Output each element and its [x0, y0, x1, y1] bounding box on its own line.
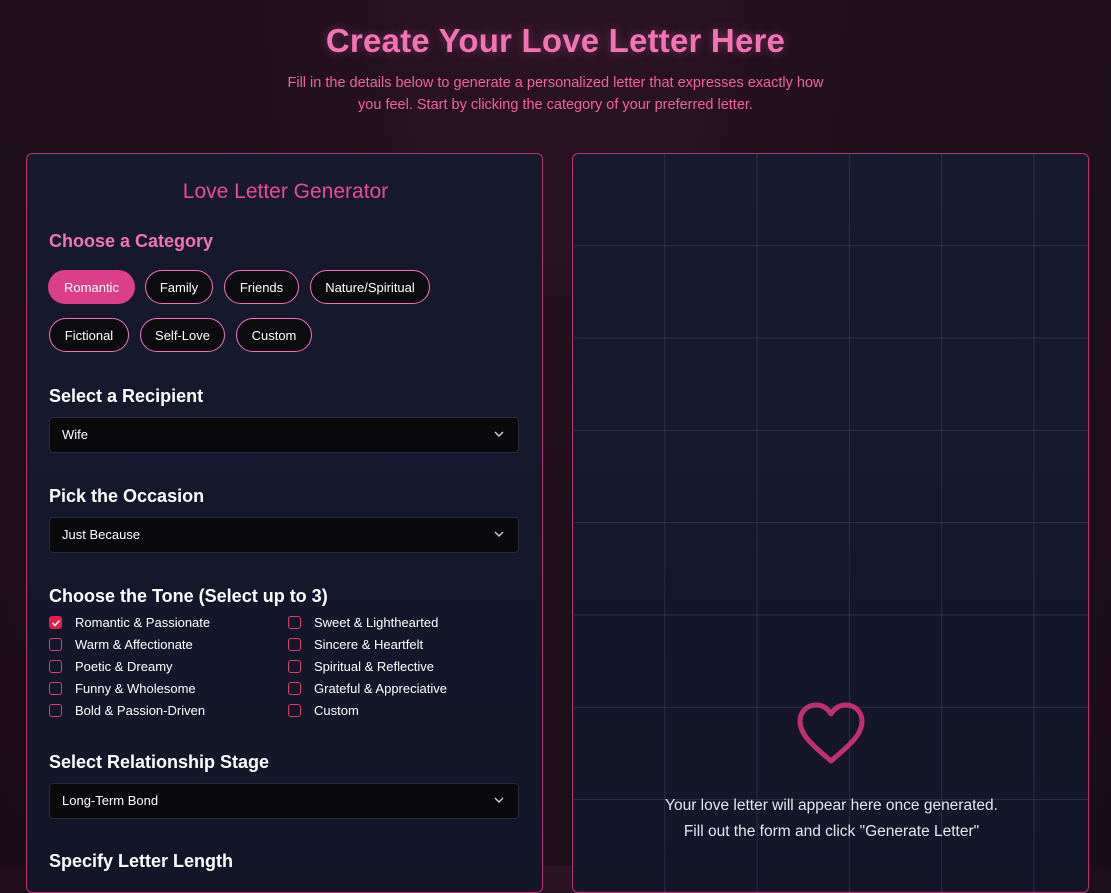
- tone-option-poetic-dreamy[interactable]: Poetic & Dreamy: [49, 658, 173, 676]
- chevron-down-icon: [494, 431, 504, 437]
- relationship-stage-select-value: Long-Term Bond: [62, 793, 159, 808]
- tone-option-sincere-heartfelt[interactable]: Sincere & Heartfelt: [288, 636, 423, 654]
- generator-title: Love Letter Generator: [182, 180, 389, 203]
- category-chip-friends[interactable]: Friends: [224, 270, 299, 304]
- checkbox[interactable]: [288, 704, 301, 717]
- checkbox[interactable]: [49, 638, 62, 651]
- tone-option-romantic-passionate[interactable]: Romantic & Passionate: [49, 614, 210, 632]
- tone-option-funny-wholesome[interactable]: Funny & Wholesome: [49, 680, 196, 698]
- tone-option-spiritual-reflective[interactable]: Spiritual & Reflective: [288, 658, 434, 676]
- occasion-label: Pick the Occasion: [49, 486, 205, 506]
- category-chip-romantic[interactable]: Romantic: [48, 270, 135, 304]
- checkbox[interactable]: [49, 704, 62, 717]
- occasion-select-value: Just Because: [62, 527, 141, 542]
- checkbox[interactable]: [288, 660, 301, 673]
- heart-icon: [797, 702, 865, 764]
- checkbox-checked[interactable]: [49, 616, 62, 629]
- tone-option-label: Poetic & Dreamy: [75, 659, 173, 674]
- category-chip-custom[interactable]: Custom: [236, 318, 312, 352]
- checkbox[interactable]: [288, 616, 301, 629]
- tone-option-bold-passion-driven[interactable]: Bold & Passion-Driven: [49, 702, 205, 720]
- letter-length-label: Specify Letter Length: [49, 851, 234, 871]
- tone-option-label: Sincere & Heartfelt: [314, 637, 424, 652]
- relationship-stage-label: Select Relationship Stage: [49, 752, 270, 772]
- tone-option-label: Spiritual & Reflective: [314, 659, 434, 674]
- category-label: Choose a Category: [49, 231, 214, 251]
- occasion-select[interactable]: Just Because: [49, 517, 519, 553]
- generator-form-panel: Love Letter Generator Choose a Category …: [26, 153, 543, 893]
- tone-option-custom[interactable]: Custom: [288, 702, 359, 720]
- recipient-label: Select a Recipient: [49, 386, 204, 406]
- checkbox[interactable]: [49, 682, 62, 695]
- checkbox[interactable]: [49, 660, 62, 673]
- tone-option-label: Sweet & Lighthearted: [314, 615, 439, 630]
- page-title: Create Your Love Letter Here: [325, 22, 786, 59]
- tone-option-label: Funny & Wholesome: [75, 681, 196, 696]
- page-subtitle: Fill in the details below to generate a …: [287, 75, 824, 113]
- category-chip-fictional[interactable]: Fictional: [49, 318, 129, 352]
- tone-option-label: Warm & Affectionate: [75, 637, 193, 652]
- category-chip-family[interactable]: Family: [145, 270, 213, 304]
- checkbox[interactable]: [288, 638, 301, 651]
- category-chip-nature-spiritual[interactable]: Nature/Spiritual: [310, 270, 430, 304]
- chevron-down-icon: [494, 531, 504, 537]
- tone-option-grateful-appreciative[interactable]: Grateful & Appreciative: [288, 680, 447, 698]
- category-chip-self-love[interactable]: Self-Love: [140, 318, 225, 352]
- grid-background: [573, 154, 1088, 892]
- tone-option-warm-affectionate[interactable]: Warm & Affectionate: [49, 636, 193, 654]
- tone-option-sweet-lighthearted[interactable]: Sweet & Lighthearted: [288, 614, 438, 632]
- checkbox[interactable]: [288, 682, 301, 695]
- preview-placeholder-line2: Fill out the form and click "Generate Le…: [683, 823, 980, 840]
- tone-option-label: Bold & Passion-Driven: [75, 703, 206, 718]
- recipient-select[interactable]: Wife: [49, 417, 519, 453]
- tone-option-label: Romantic & Passionate: [75, 615, 211, 630]
- tone-label: Choose the Tone (Select up to 3): [49, 586, 328, 606]
- letter-preview-panel: Your love letter will appear here once g…: [572, 153, 1089, 893]
- relationship-stage-select[interactable]: Long-Term Bond: [49, 783, 519, 819]
- recipient-select-value: Wife: [62, 427, 88, 442]
- chevron-down-icon: [494, 797, 504, 803]
- tone-option-label: Custom: [314, 703, 359, 718]
- check-icon: [51, 619, 61, 627]
- preview-placeholder-line1: Your love letter will appear here once g…: [665, 797, 998, 814]
- tone-option-label: Grateful & Appreciative: [314, 681, 447, 696]
